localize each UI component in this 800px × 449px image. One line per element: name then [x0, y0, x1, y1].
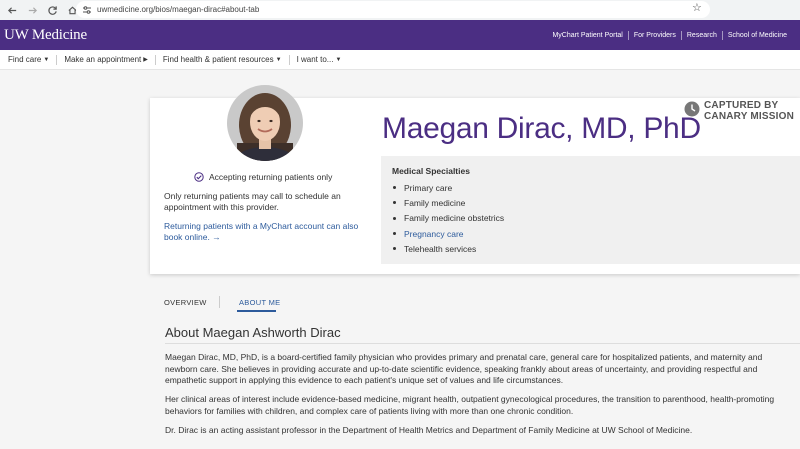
chevron-down-icon: ▼ — [335, 56, 342, 63]
accepting-status: Accepting returning patients only — [194, 172, 332, 182]
bullet-icon — [393, 216, 396, 220]
about-heading: About Maegan Ashworth Dirac — [165, 325, 341, 340]
specialty-label: Pregnancy care — [404, 228, 464, 239]
about-paragraph: Dr. Dirac is an acting assistant profess… — [165, 425, 693, 435]
header-link-school[interactable]: School of Medicine — [721, 30, 792, 40]
specialties-list: Primary care Family medicine Family medi… — [393, 180, 504, 256]
check-circle-icon — [194, 172, 204, 182]
bullet-icon — [393, 232, 396, 236]
specialties-title: Medical Specialties — [392, 166, 470, 176]
profile-tabs: OVERVIEW ABOUT ME — [150, 285, 800, 315]
about-paragraph: Maegan Dirac, MD, PhD, is a board-certif… — [165, 352, 763, 385]
main-nav: Find care ▼ Make an appointment ▶ Find hea… — [0, 50, 800, 70]
nav-make-appointment[interactable]: Make an appointment ▶ — [56, 54, 155, 65]
active-tab-indicator — [237, 310, 276, 312]
captured-watermark: CAPTURED BY CANARY MISSION — [684, 100, 794, 122]
specialty-label: Family medicine — [404, 197, 466, 208]
arrow-right-icon: → — [212, 232, 221, 242]
provider-photo — [227, 85, 303, 161]
specialty-item: Family medicine obstetrics — [393, 211, 504, 226]
bookmark-star-icon[interactable]: ☆ — [692, 3, 702, 14]
about-paragraph: Her clinical areas of interest include e… — [165, 394, 775, 416]
tab-about-me[interactable]: ABOUT ME — [239, 298, 280, 307]
mychart-booking-link[interactable]: Returning patients with a MyChart accoun… — [164, 221, 374, 243]
reload-icon[interactable] — [44, 2, 60, 18]
nav-label: I want to... — [296, 54, 334, 64]
header-link-providers[interactable]: For Providers — [627, 30, 681, 40]
site-header: UW Medicine MyChart Patient Portal For P… — [0, 20, 800, 50]
clock-icon — [684, 101, 700, 117]
chevron-down-icon: ▼ — [43, 56, 50, 63]
specialty-item: Family medicine — [393, 195, 504, 210]
site-info-icon[interactable] — [82, 5, 92, 15]
bullet-icon — [393, 186, 396, 190]
divider — [165, 343, 800, 344]
captured-line-1: CAPTURED BY — [704, 100, 779, 111]
nav-label: Find health & patient resources — [162, 54, 274, 64]
nav-health-resources[interactable]: Find health & patient resources ▼ — [154, 54, 289, 65]
header-link-mychart[interactable]: MyChart Patient Portal — [547, 31, 627, 40]
chevron-right-icon: ▶ — [143, 56, 148, 63]
url-text: uwmedicine.org/bios/maegan-dirac#about-t… — [97, 5, 260, 14]
header-links: MyChart Patient Portal For Providers Res… — [547, 20, 792, 50]
tab-overview[interactable]: OVERVIEW — [164, 298, 207, 307]
specialty-label: Telehealth services — [404, 243, 477, 254]
returning-note: Only returning patients may call to sche… — [164, 191, 341, 212]
nav-find-care[interactable]: Find care ▼ — [0, 55, 56, 65]
provider-name: Maegan Dirac, MD, PhD — [382, 112, 701, 145]
nav-i-want-to[interactable]: I want to... ▼ — [288, 54, 349, 65]
specialty-item: Telehealth services — [393, 241, 504, 256]
header-link-research[interactable]: Research — [680, 30, 722, 40]
captured-line-2: CANARY MISSION — [704, 111, 795, 122]
tab-divider — [219, 296, 220, 308]
specialty-item: Primary care — [393, 180, 504, 195]
specialty-label: Primary care — [404, 182, 453, 193]
address-bar[interactable]: uwmedicine.org/bios/maegan-dirac#about-t… — [76, 1, 710, 18]
chevron-down-icon: ▼ — [275, 56, 282, 63]
nav-label: Find care — [8, 54, 42, 64]
accepting-text: Accepting returning patients only — [209, 172, 333, 182]
nav-label: Make an appointment — [64, 54, 142, 64]
browser-toolbar: uwmedicine.org/bios/maegan-dirac#about-t… — [0, 0, 800, 20]
forward-icon[interactable] — [24, 2, 40, 18]
specialty-item-link[interactable]: Pregnancy care — [393, 226, 504, 241]
back-icon[interactable] — [4, 2, 20, 18]
specialty-label: Family medicine obstetrics — [404, 213, 505, 224]
bullet-icon — [393, 201, 396, 205]
uw-medicine-logo[interactable]: UW Medicine — [4, 27, 87, 44]
bullet-icon — [393, 247, 396, 251]
mychart-link-text: Returning patients with a MyChart accoun… — [164, 221, 359, 242]
